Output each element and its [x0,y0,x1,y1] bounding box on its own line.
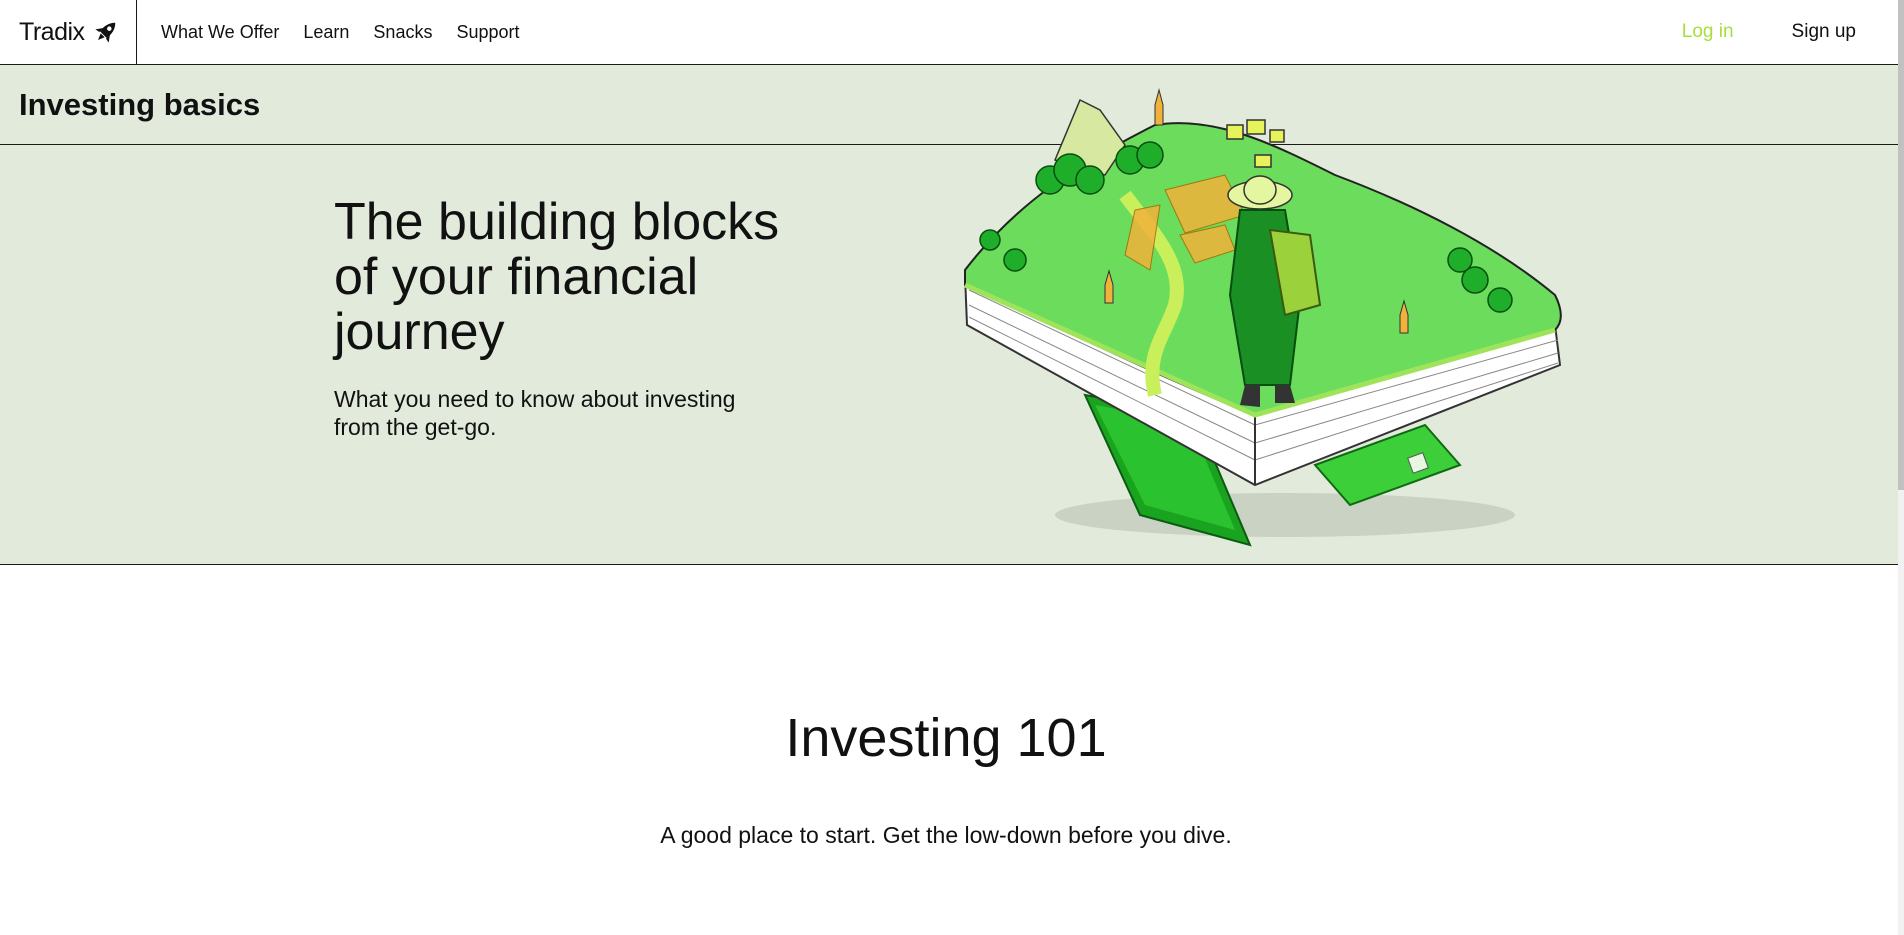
auth-links: Log in Sign up [1682,0,1898,64]
primary-nav: What We Offer Learn Snacks Support [161,0,520,64]
signup-link[interactable]: Sign up [1792,21,1856,43]
hero-section: Investing basics The building blocks of … [0,65,1898,565]
nav-link-learn[interactable]: Learn [303,22,349,43]
rocket-icon [91,17,121,47]
hero-subheading: What you need to know about investing fr… [334,386,736,440]
investing-101-subtitle: A good place to start. Get the low-down … [660,822,1232,848]
scrollbar-thumb[interactable] [1898,0,1904,490]
section-title: Investing basics [19,87,261,122]
nav-link-what-we-offer[interactable]: What We Offer [161,22,279,43]
hero-illustration [955,85,1575,565]
top-navigation: Tradix What We Offer Learn Snacks Suppor… [0,0,1898,65]
nav-link-snacks[interactable]: Snacks [373,22,432,43]
brand-logo-link[interactable]: Tradix [0,0,137,64]
login-link[interactable]: Log in [1682,21,1734,43]
investing-101-title: Investing 101 [785,708,1107,768]
nav-link-support[interactable]: Support [456,22,519,43]
page-scrollbar[interactable] [1898,0,1904,935]
hero-heading: The building blocks of your financial jo… [334,193,780,361]
section-header-bar: Investing basics [0,65,1898,145]
brand-name: Tradix [19,17,85,46]
